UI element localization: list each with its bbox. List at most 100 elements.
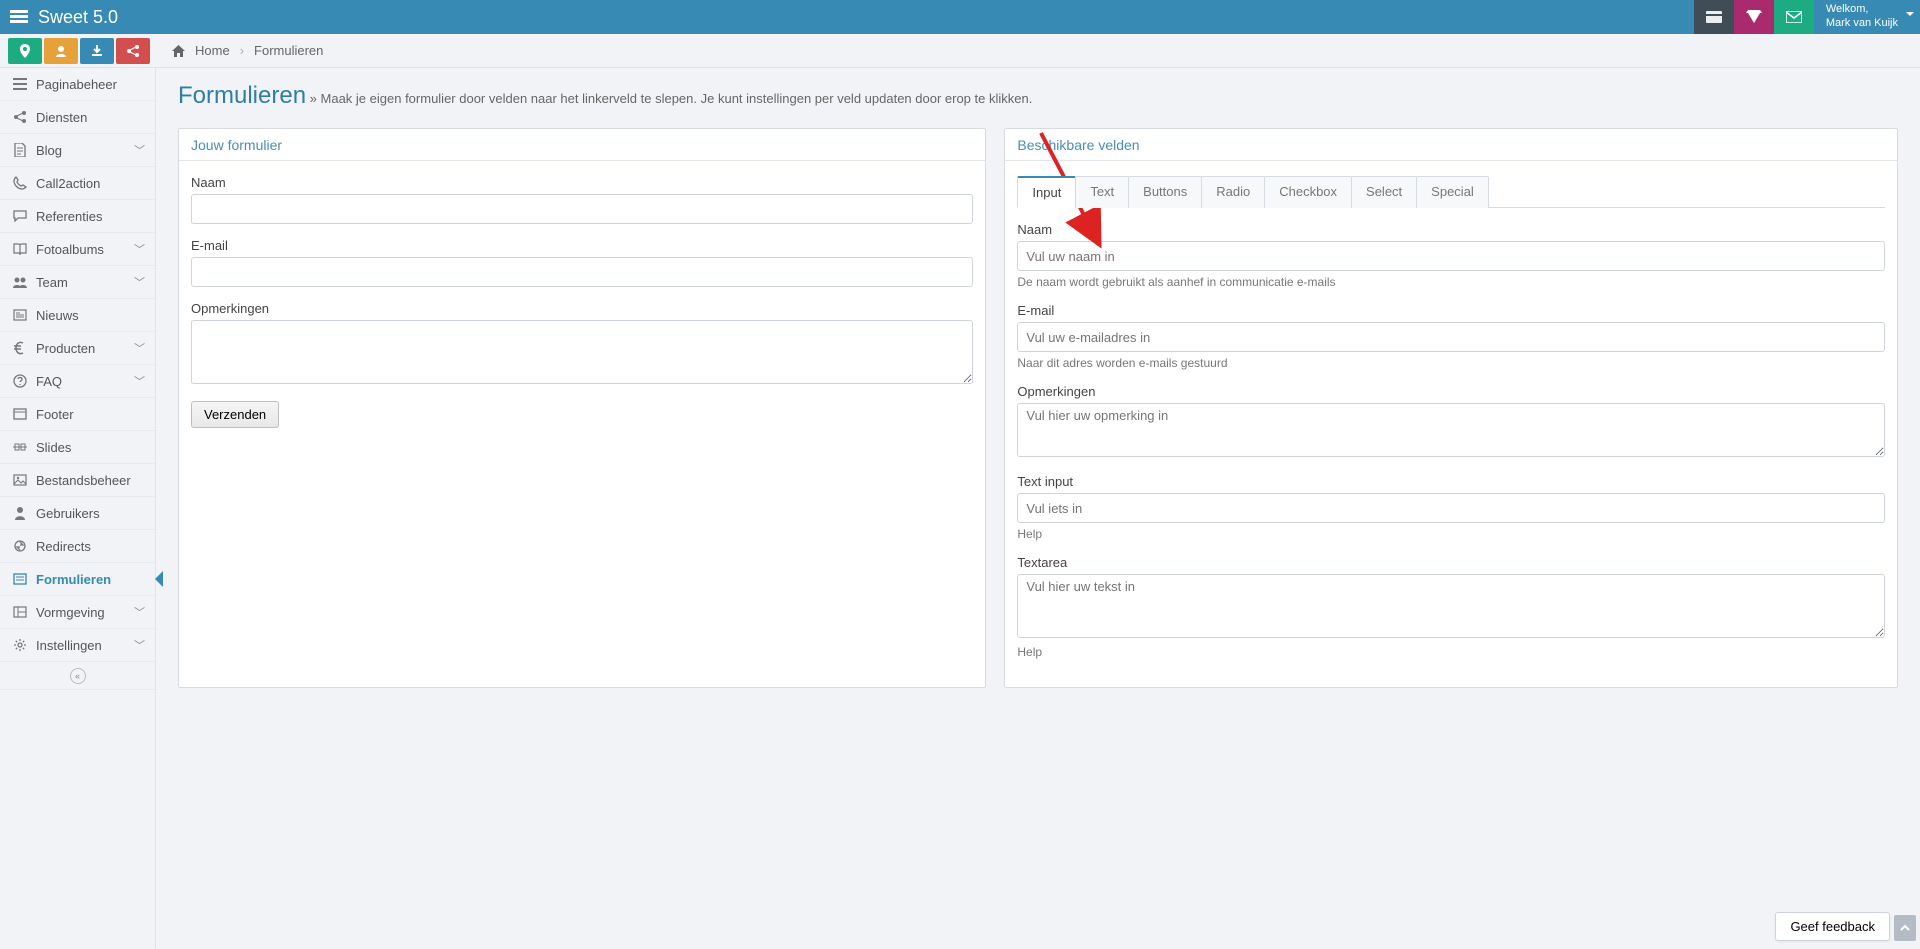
sidebar-item-label: Footer <box>36 407 145 422</box>
chevron-down-icon: ﹀ <box>134 373 145 389</box>
sidebar-item-fotoalbums[interactable]: Fotoalbums﹀ <box>0 233 155 266</box>
sidebar-item-redirects[interactable]: Redirects <box>0 530 155 563</box>
tab-text[interactable]: Text <box>1075 176 1129 208</box>
avail-label-email: E-mail <box>1017 303 1885 318</box>
panel-header: Jouw formulier <box>179 129 985 161</box>
sidebar-item-label: Instellingen <box>36 638 134 653</box>
available-fields-panel: Beschikbare velden InputTextButtonsRadio… <box>1004 128 1898 688</box>
breadcrumb-current[interactable]: Formulieren <box>254 43 323 58</box>
sidebar-item-label: Blog <box>36 143 134 158</box>
field-label-opm: Opmerkingen <box>191 301 973 316</box>
doc-icon <box>10 143 30 157</box>
sidebar-item-label: Team <box>36 275 134 290</box>
action-location-button[interactable] <box>8 38 42 64</box>
sidebar-item-label: Gebruikers <box>36 506 145 521</box>
chevron-down-icon: ﹀ <box>134 604 145 620</box>
sidebar-item-diensten[interactable]: Diensten <box>0 101 155 134</box>
your-form-panel: Jouw formulier Naam E-mail Opmerkingen V <box>178 128 986 688</box>
sidebar-item-paginabeheer[interactable]: Paginabeheer <box>0 68 155 101</box>
window-icon <box>10 408 30 420</box>
avail-opm-textarea[interactable] <box>1017 403 1885 457</box>
naam-input[interactable] <box>191 194 973 224</box>
chevron-down-icon: ﹀ <box>134 340 145 356</box>
sidebar-item-slides[interactable]: Slides <box>0 431 155 464</box>
sidebar-item-footer[interactable]: Footer <box>0 398 155 431</box>
field-label-naam: Naam <box>191 175 973 190</box>
action-share-button[interactable] <box>116 38 150 64</box>
sidebar-item-nieuws[interactable]: Nieuws <box>0 299 155 332</box>
avail-help-naam: De naam wordt gebruikt als aanhef in com… <box>1017 275 1885 289</box>
sidebar-item-producten[interactable]: Producten﹀ <box>0 332 155 365</box>
phone-icon <box>10 176 30 190</box>
sidebar-item-call2action[interactable]: Call2action <box>0 167 155 200</box>
sidebar-item-team[interactable]: Team﹀ <box>0 266 155 299</box>
opm-textarea[interactable] <box>191 320 973 384</box>
tab-select[interactable]: Select <box>1351 176 1417 208</box>
breadcrumb: Home › Formulieren <box>152 43 323 58</box>
topbar-cards-button[interactable] <box>1694 0 1734 34</box>
page-subtitle: » Maak je eigen formulier door velden na… <box>310 91 1033 106</box>
sidebar-item-label: Formulieren <box>36 572 145 587</box>
sidebar-item-label: Redirects <box>36 539 145 554</box>
user-name: Mark van Kuijk <box>1826 17 1898 31</box>
euro-icon <box>10 341 30 355</box>
tab-radio[interactable]: Radio <box>1201 176 1265 208</box>
gear-icon <box>10 638 30 652</box>
share-icon <box>10 111 30 123</box>
avail-label-textarea: Textarea <box>1017 555 1885 570</box>
sidebar-item-gebruikers[interactable]: Gebruikers <box>0 497 155 530</box>
users-icon <box>10 276 30 288</box>
sidebar-collapse-button[interactable]: « <box>0 662 155 690</box>
avail-label-naam: Naam <box>1017 222 1885 237</box>
chevron-down-icon <box>1906 12 1914 16</box>
sidebar: PaginabeheerDienstenBlog﹀Call2actionRefe… <box>0 68 156 949</box>
sidebar-item-blog[interactable]: Blog﹀ <box>0 134 155 167</box>
avail-label-opm: Opmerkingen <box>1017 384 1885 399</box>
sidebar-item-bestandsbeheer[interactable]: Bestandsbeheer <box>0 464 155 497</box>
action-user-button[interactable] <box>44 38 78 64</box>
action-download-button[interactable] <box>80 38 114 64</box>
avail-naam-input[interactable] <box>1017 241 1885 271</box>
user-welcome: Welkom, <box>1826 3 1898 17</box>
sidebar-item-label: Slides <box>36 440 145 455</box>
sidebar-item-label: Nieuws <box>36 308 145 323</box>
email-input[interactable] <box>191 257 973 287</box>
avail-text-input[interactable] <box>1017 493 1885 523</box>
avail-email-input[interactable] <box>1017 322 1885 352</box>
avail-textarea[interactable] <box>1017 574 1885 638</box>
submit-button[interactable]: Verzenden <box>191 401 279 428</box>
sidebar-item-vormgeving[interactable]: Vormgeving﹀ <box>0 596 155 629</box>
user-icon <box>10 506 30 520</box>
sidebar-item-referenties[interactable]: Referenties <box>0 200 155 233</box>
scroll-top-button[interactable] <box>1894 915 1916 941</box>
breadcrumb-sep: › <box>240 43 244 58</box>
tab-special[interactable]: Special <box>1416 176 1489 208</box>
feedback-button[interactable]: Geef feedback <box>1775 912 1890 941</box>
chevron-down-icon: ﹀ <box>134 637 145 653</box>
tab-input[interactable]: Input <box>1017 176 1076 208</box>
app-logo-icon <box>10 10 28 24</box>
sidebar-item-instellingen[interactable]: Instellingen﹀ <box>0 629 155 662</box>
home-icon <box>172 45 185 57</box>
field-type-tabs: InputTextButtonsRadioCheckboxSelectSpeci… <box>1017 175 1885 208</box>
book-icon <box>10 243 30 255</box>
sidebar-item-faq[interactable]: FAQ﹀ <box>0 365 155 398</box>
avail-help-text: Help <box>1017 527 1885 541</box>
tab-buttons[interactable]: Buttons <box>1128 176 1202 208</box>
bars-icon <box>10 78 30 90</box>
actionbar: Home › Formulieren <box>0 34 1920 68</box>
form-icon <box>10 573 30 585</box>
breadcrumb-home[interactable]: Home <box>195 43 230 58</box>
redirect-icon <box>10 539 30 553</box>
sidebar-item-label: Bestandsbeheer <box>36 473 145 488</box>
topbar-mail-button[interactable] <box>1774 0 1814 34</box>
chevron-down-icon: ﹀ <box>134 241 145 257</box>
chevron-down-icon: ﹀ <box>134 142 145 158</box>
user-menu[interactable]: Welkom, Mark van Kuijk <box>1814 0 1920 34</box>
sidebar-item-label: FAQ <box>36 374 134 389</box>
topbar-diamond-button[interactable] <box>1734 0 1774 34</box>
sidebar-item-label: Call2action <box>36 176 145 191</box>
tab-checkbox[interactable]: Checkbox <box>1264 176 1352 208</box>
sidebar-item-formulieren[interactable]: Formulieren <box>0 563 155 596</box>
chevron-left-icon: « <box>70 668 86 684</box>
